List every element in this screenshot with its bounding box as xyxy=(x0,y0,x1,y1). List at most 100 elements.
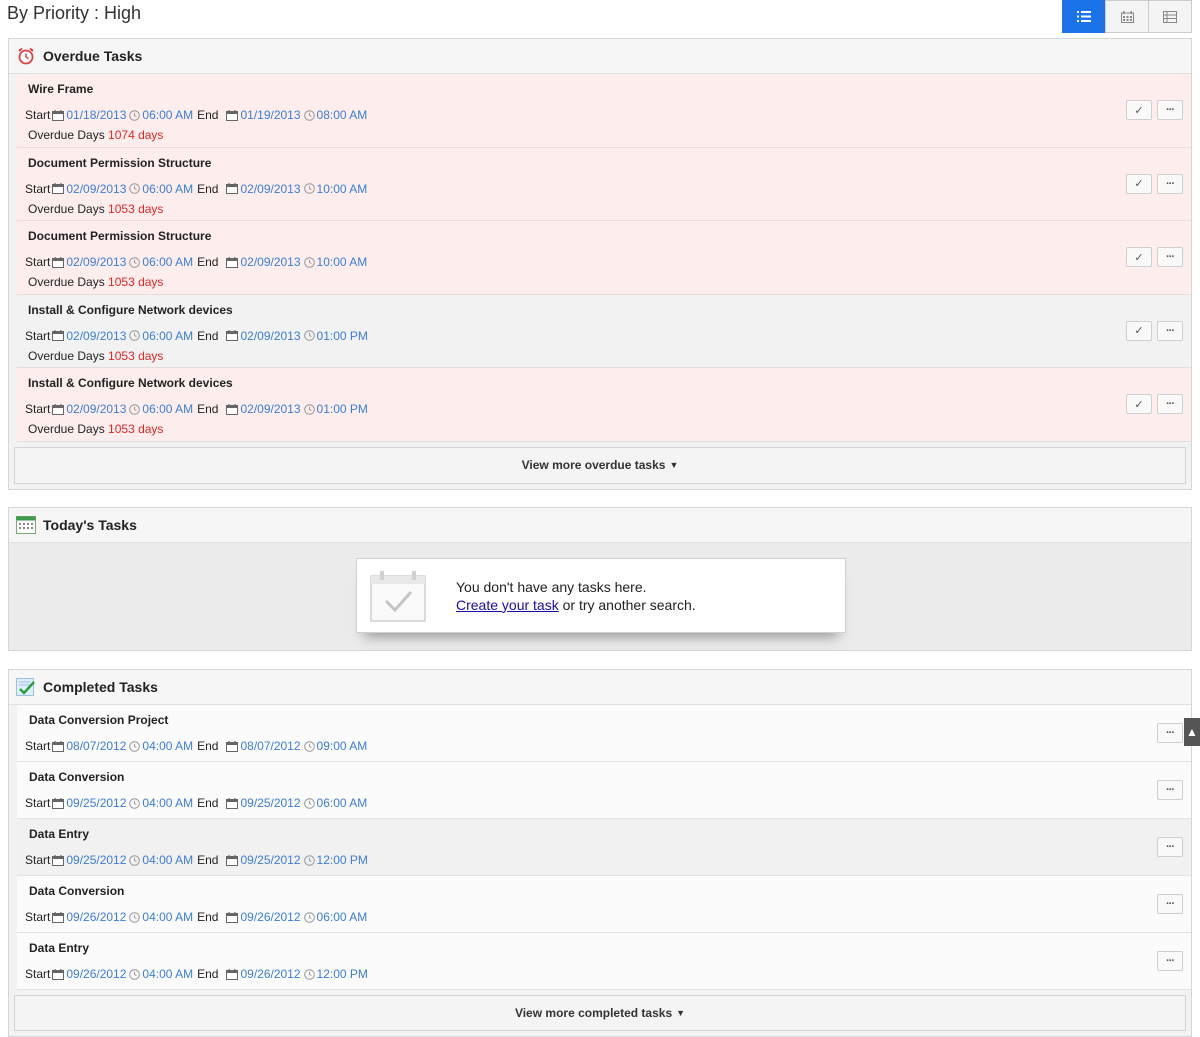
task-row[interactable]: Document Permission Structure Start 02/09/… xyxy=(17,147,1191,221)
task-row[interactable]: Data Entry Start 09/25/2012 04:00 AM End 09/2… xyxy=(17,819,1191,876)
empty-state-hint-rest: or try another search. xyxy=(558,596,696,613)
start-label: Start xyxy=(25,967,51,981)
scroll-top-icon[interactable]: ▲ xyxy=(1184,718,1200,746)
task-name[interactable]: Install & Configure Network devices xyxy=(28,376,233,390)
complete-task-button[interactable]: ✓ xyxy=(1126,394,1152,414)
end-time: 09:00 AM xyxy=(316,739,368,753)
task-actions: ··· xyxy=(1157,951,1183,971)
end-date: 09/26/2012 xyxy=(240,967,301,981)
create-task-link[interactable]: Create your task xyxy=(456,597,559,613)
overdue-days-label: Overdue Days xyxy=(28,275,105,289)
overdue-days-value: 1053 days xyxy=(108,348,164,363)
check-icon: ✓ xyxy=(1134,178,1144,190)
clock-icon xyxy=(303,854,315,866)
end-time: 06:00 AM xyxy=(316,910,368,924)
task-row[interactable]: Data Conversion Project Start 08/07/2012 04… xyxy=(17,705,1191,762)
todays-panel-title: Today's Tasks xyxy=(43,517,137,533)
start-time: 06:00 AM xyxy=(142,108,194,122)
end-label: End xyxy=(197,853,219,867)
end-date: 08/07/2012 xyxy=(240,739,301,753)
more-options-button[interactable]: ··· xyxy=(1157,100,1183,120)
more-options-button[interactable]: ··· xyxy=(1157,320,1183,341)
list-icon xyxy=(1077,11,1091,22)
view-more-completed-label: View more completed tasks xyxy=(514,1006,673,1020)
check-icon: ✓ xyxy=(1134,398,1144,411)
task-name[interactable]: Data Entry xyxy=(29,827,89,841)
alarm-clock-icon xyxy=(15,45,37,67)
more-options-icon: ··· xyxy=(1166,104,1175,116)
clock-icon xyxy=(129,403,141,415)
more-options-button[interactable]: ··· xyxy=(1157,837,1183,857)
completed-task-list: Data Conversion Project Start 08/07/2012 04… xyxy=(9,705,1191,990)
task-name[interactable]: Wire Frame xyxy=(28,82,93,96)
end-date: 02/09/2013 xyxy=(240,328,301,343)
table-view-button[interactable] xyxy=(1148,0,1192,33)
complete-task-button[interactable]: ✓ xyxy=(1126,320,1152,341)
end-label: End xyxy=(197,739,219,753)
task-actions: ✓ ··· xyxy=(1126,100,1183,120)
task-dates: Start 09/26/2012 04:00 AM End 09/26/2012 12:0… xyxy=(25,967,368,981)
task-row[interactable]: Data Conversion Start 09/25/2012 04:00 AM En… xyxy=(17,762,1191,819)
end-date: 02/09/2013 xyxy=(240,402,301,416)
list-view-button[interactable] xyxy=(1062,0,1106,33)
task-row[interactable]: Install & Configure Network devices Start… xyxy=(17,368,1191,442)
view-more-overdue-button[interactable]: View more overdue tasks ▼ xyxy=(14,446,1186,484)
more-options-button[interactable]: ··· xyxy=(1157,173,1183,194)
task-name[interactable]: Document Permission Structure xyxy=(28,229,211,243)
overdue-days-value: 1053 days xyxy=(108,275,164,289)
task-row[interactable]: Wire Frame Start 01/18/2013 06:00 AM End 01/1… xyxy=(17,74,1191,148)
overdue-tasks-panel: Overdue Tasks Wire Frame Start 01/18/2013 0… xyxy=(8,38,1192,490)
task-dates: Start 09/25/2012 04:00 AM End 09/25/2012 06:0… xyxy=(25,796,367,810)
start-time: 06:00 AM xyxy=(142,402,194,416)
end-date: 01/19/2013 xyxy=(240,108,301,122)
start-date: 09/25/2012 xyxy=(66,853,127,867)
start-label: Start xyxy=(25,796,51,810)
end-time: 01:00 PM xyxy=(316,328,368,343)
start-date: 02/09/2013 xyxy=(66,328,127,343)
start-date: 01/18/2013 xyxy=(66,108,127,122)
task-name[interactable]: Data Entry xyxy=(29,941,89,955)
task-name[interactable]: Install & Configure Network devices xyxy=(28,303,233,317)
task-dates: Start 02/09/2013 06:00 AM End 02/09/2013 01:0… xyxy=(25,402,368,416)
more-options-button[interactable]: ··· xyxy=(1157,894,1183,914)
start-time: 04:00 AM xyxy=(142,853,194,867)
more-options-button[interactable]: ··· xyxy=(1157,723,1183,743)
more-options-button[interactable]: ··· xyxy=(1157,247,1183,267)
more-options-icon: ··· xyxy=(1166,177,1175,190)
more-options-button[interactable]: ··· xyxy=(1157,951,1183,971)
end-time: 01:00 PM xyxy=(316,402,368,416)
complete-task-button[interactable]: ✓ xyxy=(1126,173,1152,194)
task-name[interactable]: Document Permission Structure xyxy=(28,156,211,170)
more-options-button[interactable]: ··· xyxy=(1157,394,1183,414)
task-dates: Start 08/07/2012 04:00 AM End 08/07/2012 09:0… xyxy=(25,739,367,753)
task-actions: ✓ ··· xyxy=(1126,320,1183,341)
calendar-small-icon xyxy=(52,797,65,809)
end-label: End xyxy=(197,796,219,810)
empty-state-card: You don't have any tasks here. Create yo… xyxy=(356,558,846,633)
task-name[interactable]: Data Conversion xyxy=(29,770,124,784)
more-options-icon: ··· xyxy=(1166,955,1175,967)
task-name[interactable]: Data Conversion xyxy=(29,884,124,898)
task-row[interactable]: Install & Configure Network devices Start… xyxy=(17,294,1191,368)
complete-task-button[interactable]: ✓ xyxy=(1126,100,1152,120)
completed-tasks-panel: Completed Tasks Data Conversion Project S… xyxy=(8,669,1192,1037)
todays-panel-header: Today's Tasks xyxy=(9,508,1191,543)
end-time: 10:00 AM xyxy=(316,181,368,196)
calendar-view-button[interactable] xyxy=(1105,0,1149,33)
checklist-icon xyxy=(15,676,37,698)
end-time: 08:00 AM xyxy=(316,108,368,122)
task-row[interactable]: Document Permission Structure Start 02/09/… xyxy=(17,221,1191,295)
calendar-small-icon xyxy=(52,183,65,194)
clock-icon xyxy=(303,183,315,194)
task-row[interactable]: Data Entry Start 09/26/2012 04:00 AM End 09/2… xyxy=(17,933,1191,990)
complete-task-button[interactable]: ✓ xyxy=(1126,247,1152,267)
calendar-small-icon xyxy=(52,256,65,268)
task-name[interactable]: Data Conversion Project xyxy=(29,713,168,727)
overdue-days-label: Overdue Days xyxy=(28,201,105,216)
more-options-button[interactable]: ··· xyxy=(1157,780,1183,800)
task-row[interactable]: Data Conversion Start 09/26/2012 04:00 AM En… xyxy=(17,876,1191,933)
overdue-days: Overdue Days 1053 days xyxy=(28,202,163,216)
clock-icon xyxy=(303,797,315,809)
completed-panel-header: Completed Tasks xyxy=(9,670,1191,705)
view-more-completed-button[interactable]: View more completed tasks ▼ xyxy=(14,995,1186,1031)
